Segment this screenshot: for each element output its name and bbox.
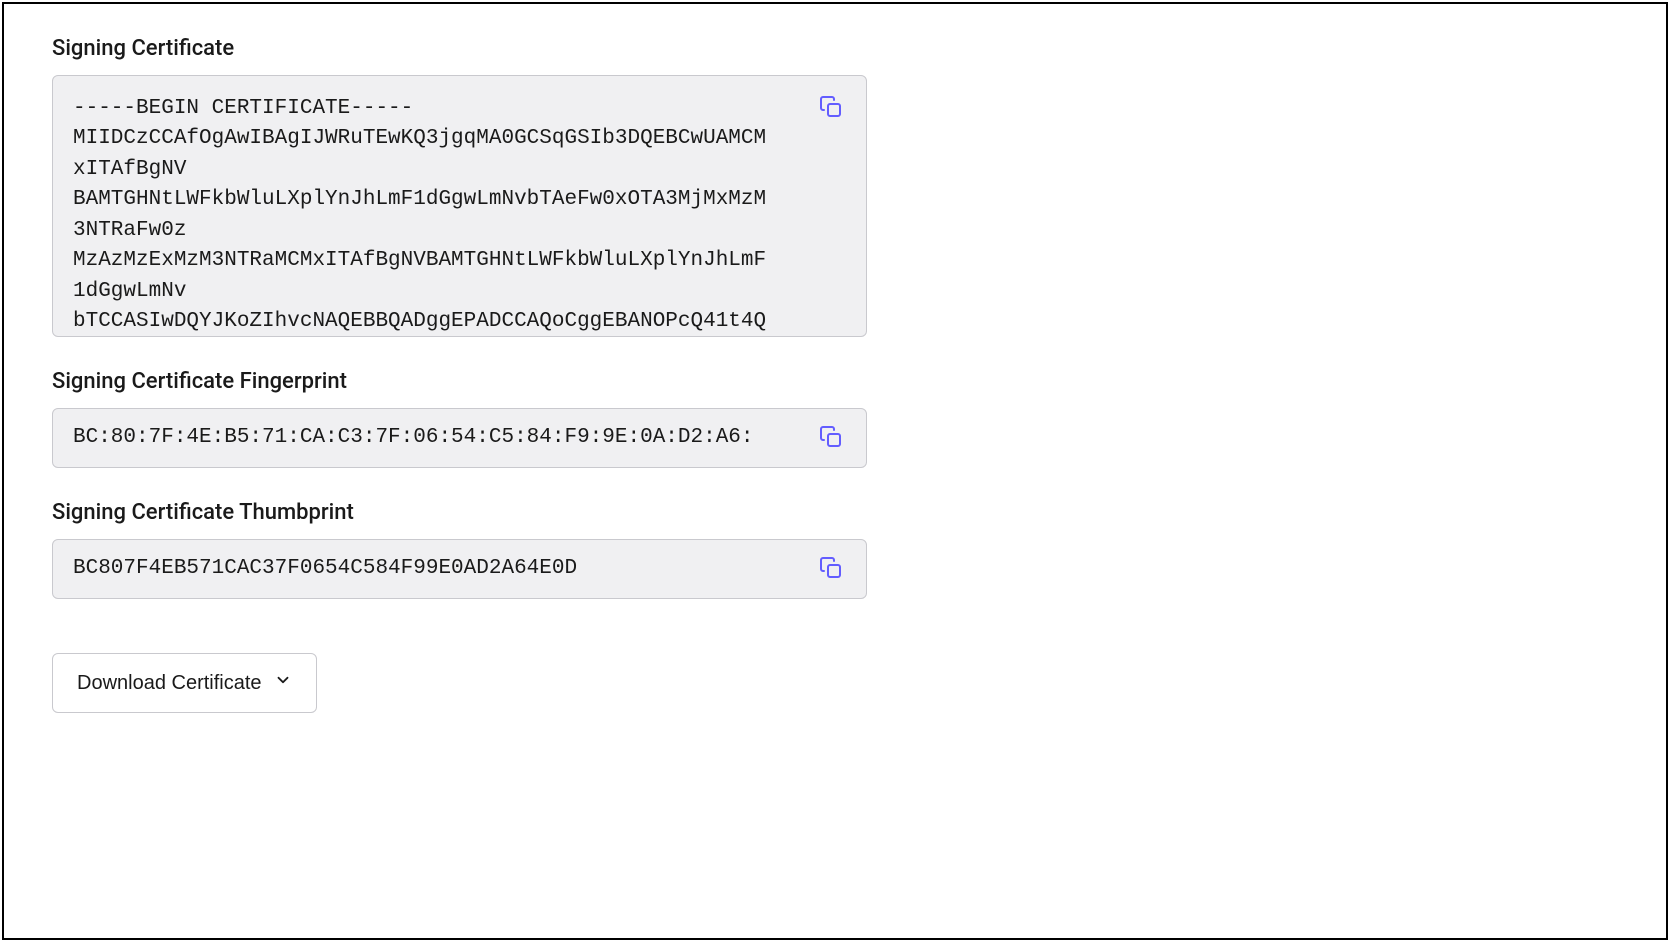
copy-cell bbox=[796, 76, 866, 336]
certificate-panel: Signing Certificate -----BEGIN CERTIFICA… bbox=[2, 2, 1668, 940]
thumbprint-label: Signing Certificate Thumbprint bbox=[52, 500, 1618, 525]
copy-icon bbox=[819, 425, 843, 452]
thumbprint-section: Signing Certificate Thumbprint BC807F4EB… bbox=[52, 500, 1618, 599]
fingerprint-section: Signing Certificate Fingerprint BC:80:7F… bbox=[52, 369, 1618, 468]
copy-icon bbox=[819, 556, 843, 583]
download-certificate-button[interactable]: Download Certificate bbox=[52, 653, 317, 713]
signing-certificate-box: -----BEGIN CERTIFICATE----- MIIDCzCCAfOg… bbox=[52, 75, 867, 337]
thumbprint-box: BC807F4EB571CAC37F0654C584F99E0AD2A64E0D bbox=[52, 539, 867, 599]
signing-certificate-section: Signing Certificate -----BEGIN CERTIFICA… bbox=[52, 36, 1618, 337]
fingerprint-value[interactable]: BC:80:7F:4E:B5:71:CA:C3:7F:06:54:C5:84:F… bbox=[53, 408, 796, 468]
fingerprint-box: BC:80:7F:4E:B5:71:CA:C3:7F:06:54:C5:84:F… bbox=[52, 408, 867, 468]
copy-fingerprint-button[interactable] bbox=[817, 424, 845, 452]
copy-thumbprint-button[interactable] bbox=[817, 555, 845, 583]
signing-certificate-value[interactable]: -----BEGIN CERTIFICATE----- MIIDCzCCAfOg… bbox=[53, 76, 796, 336]
download-certificate-label: Download Certificate bbox=[77, 672, 262, 695]
thumbprint-value[interactable]: BC807F4EB571CAC37F0654C584F99E0AD2A64E0D bbox=[53, 539, 796, 599]
signing-certificate-label: Signing Certificate bbox=[52, 36, 1618, 61]
copy-icon bbox=[819, 95, 843, 122]
fingerprint-label: Signing Certificate Fingerprint bbox=[52, 369, 1618, 394]
copy-cell bbox=[796, 424, 866, 452]
download-section: Download Certificate bbox=[52, 653, 1618, 713]
chevron-down-icon bbox=[274, 671, 292, 695]
copy-cell bbox=[796, 555, 866, 583]
copy-certificate-button[interactable] bbox=[817, 94, 845, 122]
